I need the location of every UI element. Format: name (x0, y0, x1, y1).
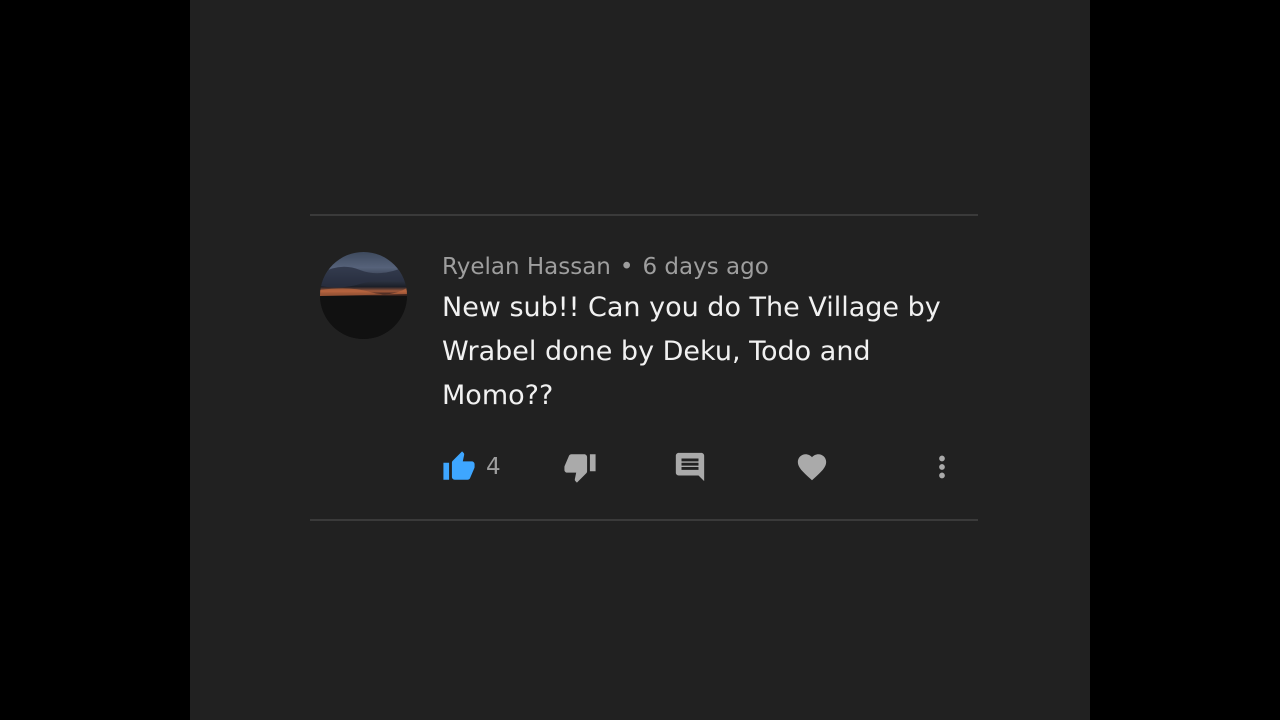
like-button[interactable]: 4 (442, 447, 501, 487)
heart-button[interactable] (795, 447, 829, 487)
more-vertical-icon (939, 455, 945, 479)
sunset-avatar-image (320, 266, 407, 339)
heart-icon (797, 454, 827, 481)
avatar[interactable] (320, 252, 407, 339)
thumbs-down-icon (564, 454, 596, 483)
like-count: 4 (486, 454, 501, 480)
comment-icon (675, 452, 705, 482)
comment-actions: 4 (190, 447, 1090, 487)
comment-text: New sub!! Can you do The Village by Wrab… (442, 292, 941, 411)
top-divider (310, 214, 978, 216)
bottom-divider (310, 519, 978, 521)
reply-button[interactable] (673, 447, 707, 487)
more-options-button[interactable] (925, 447, 959, 487)
author-name[interactable]: Ryelan Hassan (442, 254, 611, 280)
thumbs-up-icon (443, 451, 475, 480)
comment-timestamp: 6 days ago (642, 254, 769, 280)
comment-meta: Ryelan Hassan • 6 days ago (442, 251, 769, 283)
dislike-button[interactable] (563, 447, 597, 487)
meta-separator: • (619, 254, 634, 280)
comment-screen: Ryelan Hassan • 6 days ago New sub!! Can y… (190, 0, 1090, 720)
